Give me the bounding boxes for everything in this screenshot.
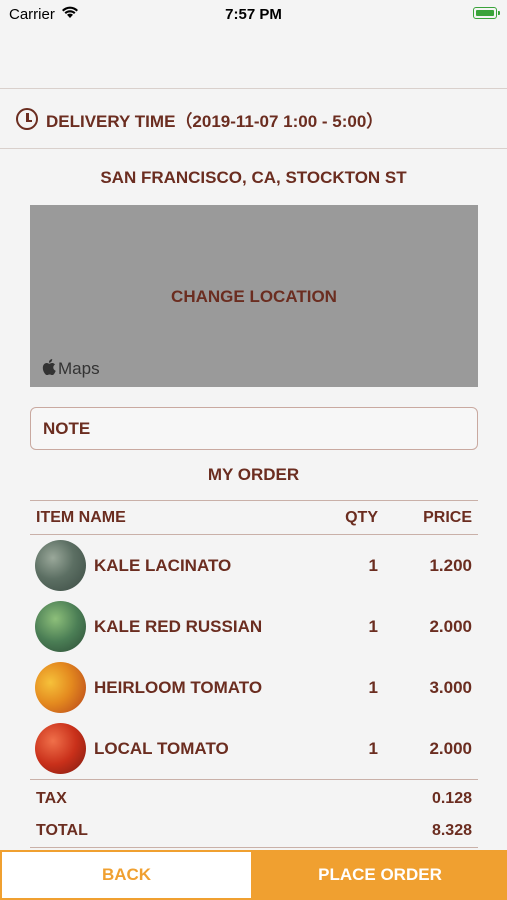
back-button[interactable]: BACK bbox=[0, 850, 253, 900]
status-bar: Carrier 7:57 PM bbox=[0, 0, 507, 30]
change-location-button[interactable]: CHANGE LOCATION bbox=[30, 287, 478, 307]
item-name: HEIRLOOM TOMATO bbox=[94, 677, 263, 697]
item-thumbnail bbox=[35, 723, 86, 774]
battery-icon bbox=[473, 7, 500, 19]
table-row: HEIRLOOM TOMATO 1 3.000 bbox=[30, 657, 478, 718]
maps-label: Maps bbox=[58, 359, 100, 378]
maps-logo: Maps bbox=[42, 359, 100, 379]
tax-value: 0.128 bbox=[431, 790, 472, 807]
delivery-divider bbox=[0, 148, 507, 149]
total-value: 8.328 bbox=[431, 822, 472, 839]
table-items-line bbox=[30, 779, 478, 780]
tax-label: TAX bbox=[36, 790, 67, 807]
item-name: LOCAL TOMATO bbox=[94, 738, 229, 758]
item-name: KALE LACINATO bbox=[94, 555, 232, 575]
table-row: KALE RED RUSSIAN 1 2.000 bbox=[30, 596, 478, 657]
total-row: TOTAL 8.328 bbox=[30, 815, 478, 847]
apple-icon bbox=[42, 359, 56, 379]
my-order-title: MY ORDER bbox=[207, 465, 300, 484]
map-view[interactable]: CHANGE LOCATION Maps bbox=[30, 205, 478, 387]
item-qty: 1 bbox=[368, 616, 378, 636]
table-header: ITEM NAME QTY PRICE bbox=[30, 501, 478, 534]
delivery-time-row[interactable]: DELIVERY TIME（2019-11-07 1:00 - 5:00） bbox=[16, 104, 383, 134]
totals-section: TAX 0.128 TOTAL 8.328 bbox=[30, 783, 478, 847]
order-table: ITEM NAME QTY PRICE KALE LACINATO 1 1.20… bbox=[30, 500, 478, 848]
table-bottom-line bbox=[30, 847, 478, 848]
note-input[interactable] bbox=[41, 417, 467, 440]
item-price: 2.000 bbox=[429, 738, 472, 758]
location-title: SAN FRANCISCO, CA, STOCKTON ST bbox=[100, 168, 407, 187]
clock-icon bbox=[16, 108, 38, 130]
note-field[interactable] bbox=[30, 407, 478, 450]
item-name: KALE RED RUSSIAN bbox=[94, 616, 263, 636]
total-label: TOTAL bbox=[36, 822, 88, 839]
footer-actions: BACK PLACE ORDER bbox=[0, 850, 507, 900]
top-divider bbox=[0, 88, 507, 89]
table-row: LOCAL TOMATO 1 2.000 bbox=[30, 718, 478, 779]
place-order-button[interactable]: PLACE ORDER bbox=[253, 850, 507, 900]
item-thumbnail bbox=[35, 601, 86, 652]
header-qty: QTY bbox=[345, 508, 378, 526]
item-qty: 1 bbox=[368, 555, 378, 575]
header-price: PRICE bbox=[423, 508, 472, 526]
delivery-time-label: DELIVERY TIME（2019-11-07 1:00 - 5:00） bbox=[46, 111, 384, 131]
status-time: 7:57 PM bbox=[225, 6, 282, 23]
item-price: 2.000 bbox=[429, 616, 472, 636]
table-row: KALE LACINATO 1 1.200 bbox=[30, 535, 478, 596]
item-price: 1.200 bbox=[429, 555, 472, 575]
item-thumbnail bbox=[35, 662, 86, 713]
header-item-name: ITEM NAME bbox=[36, 508, 126, 526]
item-qty: 1 bbox=[368, 738, 378, 758]
item-qty: 1 bbox=[368, 677, 378, 697]
item-thumbnail bbox=[35, 540, 86, 591]
item-price: 3.000 bbox=[429, 677, 472, 697]
tax-row: TAX 0.128 bbox=[30, 783, 478, 815]
